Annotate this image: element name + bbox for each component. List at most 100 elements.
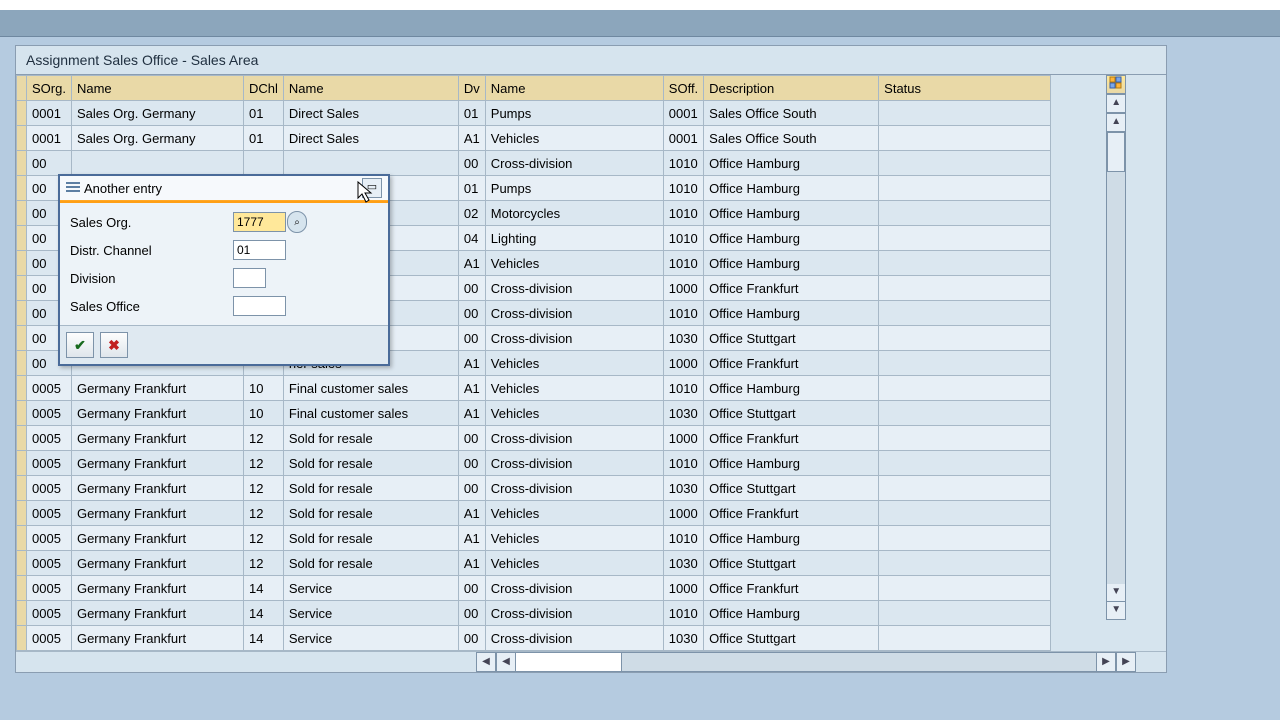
row-selector[interactable] xyxy=(17,401,27,426)
ok-button[interactable]: ✔ xyxy=(66,332,94,358)
cell-desc[interactable]: Office Hamburg xyxy=(704,301,879,326)
cell-soff[interactable]: 1010 xyxy=(663,601,703,626)
cell-soff[interactable]: 1010 xyxy=(663,176,703,201)
cell-name2[interactable]: Sold for resale xyxy=(283,551,458,576)
cell-status[interactable] xyxy=(879,151,1051,176)
cell-sorg[interactable]: 0005 xyxy=(27,501,72,526)
col-dch[interactable]: DChl xyxy=(243,76,283,101)
cell-desc[interactable]: Office Frankfurt xyxy=(704,276,879,301)
cell-name3[interactable]: Pumps xyxy=(485,101,663,126)
cell-sorg[interactable]: 0005 xyxy=(27,376,72,401)
row-selector[interactable] xyxy=(17,151,27,176)
cell-dv[interactable]: 01 xyxy=(458,176,485,201)
cell-desc[interactable]: Office Stuttgart xyxy=(704,626,879,651)
cell-name2[interactable]: Service xyxy=(283,626,458,651)
cell-name2[interactable]: Direct Sales xyxy=(283,126,458,151)
cell-name3[interactable]: Cross-division xyxy=(485,451,663,476)
cell-dv[interactable]: A1 xyxy=(458,126,485,151)
cell-dch[interactable] xyxy=(243,151,283,176)
cell-sorg[interactable]: 0005 xyxy=(27,401,72,426)
cell-desc[interactable]: Office Hamburg xyxy=(704,226,879,251)
cell-name3[interactable]: Vehicles xyxy=(485,526,663,551)
hscroll-first-button[interactable]: ◀ xyxy=(476,652,496,672)
cell-name3[interactable]: Motorcycles xyxy=(485,201,663,226)
cell-soff[interactable]: 1010 xyxy=(663,151,703,176)
row-selector[interactable] xyxy=(17,176,27,201)
cell-name3[interactable]: Cross-division xyxy=(485,326,663,351)
cell-name1[interactable]: Germany Frankfurt xyxy=(71,501,243,526)
cell-desc[interactable]: Office Hamburg xyxy=(704,376,879,401)
row-selector[interactable] xyxy=(17,351,27,376)
cell-desc[interactable]: Office Stuttgart xyxy=(704,326,879,351)
cell-dch[interactable]: 01 xyxy=(243,101,283,126)
cell-status[interactable] xyxy=(879,201,1051,226)
table-row[interactable]: 0005Germany Frankfurt10Final customer sa… xyxy=(17,401,1051,426)
cell-name2[interactable] xyxy=(283,151,458,176)
cell-dch[interactable]: 10 xyxy=(243,376,283,401)
row-selector[interactable] xyxy=(17,301,27,326)
cell-name1[interactable]: Sales Org. Germany xyxy=(71,101,243,126)
cell-dv[interactable]: A1 xyxy=(458,526,485,551)
cell-dch[interactable]: 12 xyxy=(243,476,283,501)
cell-sorg[interactable]: 0001 xyxy=(27,101,72,126)
row-selector[interactable] xyxy=(17,501,27,526)
table-row[interactable]: 0005Germany Frankfurt12Sold for resaleA1… xyxy=(17,551,1051,576)
cell-soff[interactable]: 1010 xyxy=(663,451,703,476)
cell-name1[interactable]: Germany Frankfurt xyxy=(71,626,243,651)
cell-status[interactable] xyxy=(879,276,1051,301)
table-row[interactable]: 0005Germany Frankfurt12Sold for resaleA1… xyxy=(17,526,1051,551)
sales-org-input[interactable] xyxy=(233,212,286,232)
cell-desc[interactable]: Office Frankfurt xyxy=(704,426,879,451)
cell-name1[interactable]: Germany Frankfurt xyxy=(71,601,243,626)
cell-dch[interactable]: 14 xyxy=(243,601,283,626)
table-row[interactable]: 0005Germany Frankfurt12Sold for resale00… xyxy=(17,426,1051,451)
cell-dch[interactable]: 10 xyxy=(243,401,283,426)
cell-dch[interactable]: 14 xyxy=(243,576,283,601)
cell-name3[interactable]: Vehicles xyxy=(485,551,663,576)
cell-dv[interactable]: 01 xyxy=(458,101,485,126)
cell-desc[interactable]: Office Hamburg xyxy=(704,526,879,551)
cell-desc[interactable]: Sales Office South xyxy=(704,101,879,126)
cell-dv[interactable]: 00 xyxy=(458,151,485,176)
cell-name2[interactable]: Sold for resale xyxy=(283,501,458,526)
row-selector[interactable] xyxy=(17,551,27,576)
cell-dch[interactable]: 12 xyxy=(243,501,283,526)
col-desc[interactable]: Description xyxy=(704,76,879,101)
cell-dv[interactable]: A1 xyxy=(458,401,485,426)
cell-soff[interactable]: 1000 xyxy=(663,351,703,376)
cell-status[interactable] xyxy=(879,551,1051,576)
cell-sorg[interactable]: 0005 xyxy=(27,526,72,551)
cell-dch[interactable]: 12 xyxy=(243,451,283,476)
cell-soff[interactable]: 1010 xyxy=(663,526,703,551)
row-selector[interactable] xyxy=(17,426,27,451)
cell-status[interactable] xyxy=(879,376,1051,401)
cell-name3[interactable]: Cross-division xyxy=(485,601,663,626)
cell-status[interactable] xyxy=(879,426,1051,451)
cell-sorg[interactable]: 0005 xyxy=(27,626,72,651)
row-selector[interactable] xyxy=(17,601,27,626)
cell-status[interactable] xyxy=(879,251,1051,276)
dialog-close-button[interactable]: ▭ xyxy=(362,178,382,198)
cell-sorg[interactable]: 0005 xyxy=(27,576,72,601)
cell-soff[interactable]: 1030 xyxy=(663,551,703,576)
cell-soff[interactable]: 1030 xyxy=(663,626,703,651)
cell-dv[interactable]: 00 xyxy=(458,451,485,476)
cell-status[interactable] xyxy=(879,451,1051,476)
cell-name3[interactable]: Vehicles xyxy=(485,401,663,426)
division-input[interactable] xyxy=(233,268,266,288)
cell-status[interactable] xyxy=(879,601,1051,626)
row-selector[interactable] xyxy=(17,376,27,401)
cell-soff[interactable]: 0001 xyxy=(663,126,703,151)
cell-name2[interactable]: Sold for resale xyxy=(283,526,458,551)
hscroll-right-button[interactable]: ▶ xyxy=(1096,652,1116,672)
cell-dv[interactable]: 00 xyxy=(458,601,485,626)
cell-name3[interactable]: Vehicles xyxy=(485,376,663,401)
cell-name1[interactable]: Germany Frankfurt xyxy=(71,376,243,401)
cell-name1[interactable] xyxy=(71,151,243,176)
cell-desc[interactable]: Office Hamburg xyxy=(704,151,879,176)
cell-name3[interactable]: Lighting xyxy=(485,226,663,251)
cell-name3[interactable]: Vehicles xyxy=(485,251,663,276)
cell-dch[interactable]: 12 xyxy=(243,551,283,576)
cell-sorg[interactable]: 00 xyxy=(27,151,72,176)
cell-name3[interactable]: Cross-division xyxy=(485,276,663,301)
